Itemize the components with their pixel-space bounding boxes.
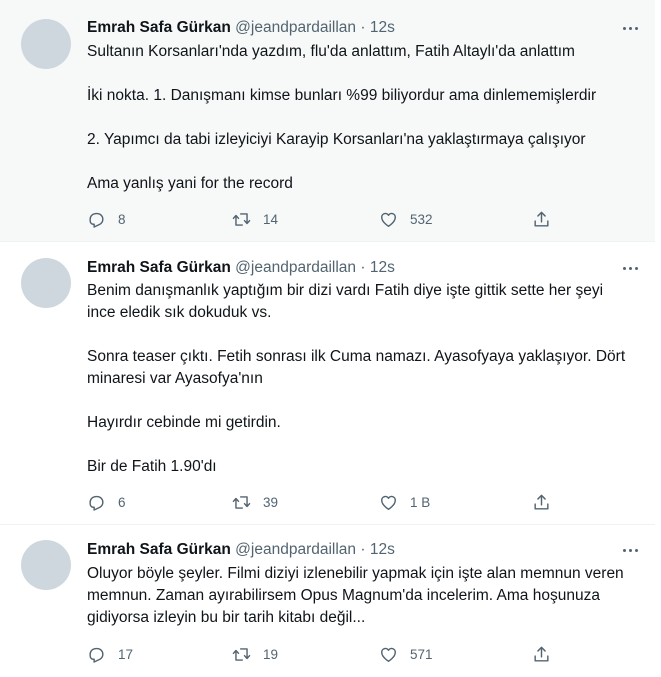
heart-icon — [381, 212, 396, 227]
tweet-paragraph: 2. Yapımcı da tabi izleyiciyi Karayip Ko… — [87, 131, 586, 148]
separator-dot: · — [360, 19, 366, 36]
reply-button[interactable]: 8 — [87, 207, 126, 231]
retweet-count: 19 — [263, 646, 279, 662]
tweet-paragraph: Sultanın Korsanları'nda yazdım, flu'da a… — [87, 43, 575, 60]
retweet-count: 39 — [263, 494, 279, 510]
reply-icon — [89, 495, 104, 511]
share-icon — [534, 646, 549, 662]
tweet-header: Emrah Safa Gürkan @jeandpardaillan · 12s — [87, 539, 615, 561]
like-count: 571 — [410, 646, 433, 662]
timestamp[interactable]: 12s — [370, 541, 395, 558]
tweet-text: Benim danışmanlık yaptığım bir dizi vard… — [87, 280, 633, 478]
tweet-header: Emrah Safa Gürkan @jeandpardaillan · 12s — [87, 17, 615, 39]
tweet[interactable]: Emrah Safa Gürkan @jeandpardaillan · 12s… — [0, 243, 655, 525]
reply-icon — [89, 212, 104, 228]
reply-count: 17 — [118, 646, 134, 662]
avatar[interactable] — [21, 19, 71, 69]
author-name[interactable]: Emrah Safa Gürkan — [87, 541, 231, 558]
author-handle[interactable]: @jeandpardaillan — [235, 541, 356, 558]
timestamp[interactable]: 12s — [370, 259, 395, 276]
reply-button[interactable]: 6 — [87, 490, 126, 514]
share-icon — [534, 211, 549, 227]
author-name[interactable]: Emrah Safa Gürkan — [87, 259, 231, 276]
tweet[interactable]: Emrah Safa Gürkan @jeandpardaillan · 12s… — [0, 526, 655, 677]
reply-count: 6 — [118, 494, 126, 510]
tweet-paragraph: Ama yanlış yani for the record — [87, 175, 293, 192]
avatar[interactable] — [21, 540, 71, 590]
more-icon[interactable] — [619, 17, 641, 39]
reply-button[interactable]: 17 — [87, 642, 133, 666]
tweet-header: Emrah Safa Gürkan @jeandpardaillan · 12s — [87, 257, 615, 279]
share-button[interactable] — [532, 207, 551, 231]
share-button[interactable] — [532, 642, 551, 666]
tweet-paragraph: Hayırdır cebinde mi getirdin. — [87, 414, 281, 431]
heart-icon — [381, 495, 396, 510]
retweet-icon — [232, 647, 251, 661]
share-icon — [534, 494, 549, 510]
retweet-button[interactable]: 19 — [232, 642, 278, 666]
tweet-text: Oluyor böyle şeyler. Filmi diziyi izlene… — [87, 563, 633, 629]
heart-icon — [381, 647, 396, 662]
tweet[interactable]: Emrah Safa Gürkan @jeandpardaillan · 12s… — [0, 0, 655, 242]
reply-icon — [89, 647, 104, 663]
like-button[interactable]: 532 — [379, 207, 433, 231]
more-icon[interactable] — [619, 539, 641, 561]
share-button[interactable] — [532, 490, 551, 514]
avatar[interactable] — [21, 258, 71, 308]
like-button[interactable]: 1 B — [379, 490, 430, 514]
more-icon[interactable] — [619, 257, 641, 279]
like-count: 1 B — [410, 494, 431, 510]
like-count: 532 — [410, 211, 433, 227]
tweet-text: Sultanın Korsanları'nda yazdım, flu'da a… — [87, 41, 633, 195]
author-handle[interactable]: @jeandpardaillan — [235, 19, 356, 36]
retweet-icon — [232, 212, 251, 226]
timestamp[interactable]: 12s — [370, 19, 395, 36]
tweet-paragraph: Benim danışmanlık yaptığım bir dizi vard… — [87, 282, 604, 321]
tweet-paragraph: Bir de Fatih 1.90'dı — [87, 458, 217, 475]
tweet-paragraph: Sonra teaser çıktı. Fetih sonrası ilk Cu… — [87, 348, 626, 387]
tweet-actions: 17 19 571 — [87, 642, 655, 666]
separator-dot: · — [360, 259, 366, 276]
retweet-icon — [232, 495, 251, 509]
reply-count: 8 — [118, 211, 126, 227]
author-handle[interactable]: @jeandpardaillan — [235, 259, 356, 276]
separator-dot: · — [360, 541, 366, 558]
like-button[interactable]: 571 — [379, 642, 433, 666]
author-name[interactable]: Emrah Safa Gürkan — [87, 19, 231, 36]
retweet-button[interactable]: 39 — [232, 490, 278, 514]
tweet-paragraph: Oluyor böyle şeyler. Filmi diziyi izlene… — [87, 565, 624, 626]
tweet-actions: 8 14 532 — [87, 207, 655, 231]
tweet-paragraph: İki nokta. 1. Danışmanı kimse bunları %9… — [87, 87, 597, 104]
retweet-count: 14 — [263, 211, 279, 227]
retweet-button[interactable]: 14 — [232, 207, 278, 231]
tweet-actions: 6 39 1 B — [87, 490, 655, 514]
